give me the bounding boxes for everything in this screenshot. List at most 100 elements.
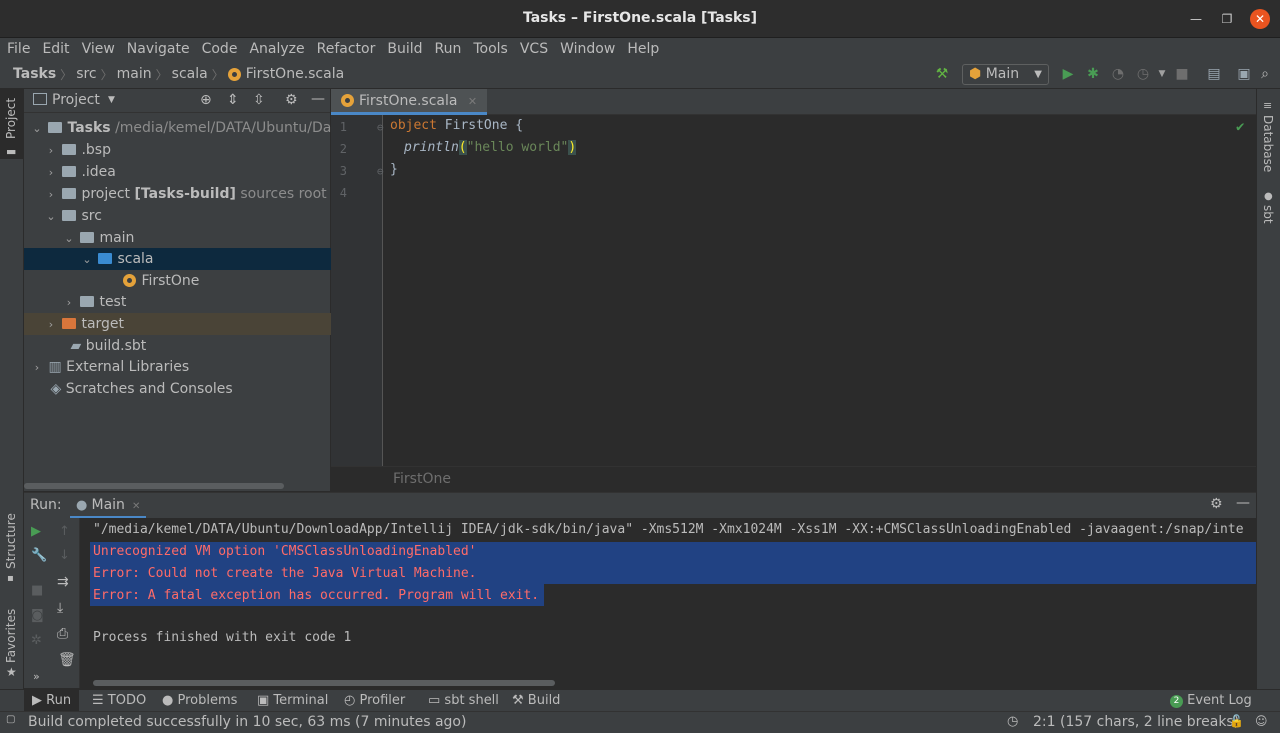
gear-icon[interactable]: ⚙ [1210, 496, 1223, 512]
lock-icon[interactable]: 🔓 [1229, 714, 1244, 728]
tree-item-main[interactable]: ⌄ main [24, 227, 331, 249]
chevron-down-icon[interactable]: ⌄ [80, 249, 94, 270]
tree-item-firstone[interactable]: FirstOne [24, 270, 331, 292]
tree-item-bsp[interactable]: › .bsp [24, 139, 331, 161]
tool-profiler[interactable]: ◴ Profiler [344, 690, 405, 712]
project-structure-icon[interactable]: ▤ [1206, 66, 1222, 82]
horizontal-scrollbar[interactable] [24, 483, 284, 489]
rerun-icon[interactable]: ▶ [31, 524, 41, 539]
menu-edit[interactable]: Edit [36, 38, 75, 60]
chevron-down-icon[interactable]: ▼ [1154, 66, 1170, 82]
tool-run[interactable]: ▶ Run [24, 690, 80, 712]
chevron-right-icon[interactable]: › [44, 162, 58, 183]
run-icon[interactable]: ▶ [1060, 66, 1076, 82]
menu-view[interactable]: View [76, 38, 121, 60]
crumb-scala[interactable]: scala [172, 60, 208, 89]
tree-item-idea[interactable]: › .idea [24, 161, 331, 183]
favorites-tool-tab[interactable]: Favorites ★ [0, 603, 24, 683]
status-message[interactable]: Build completed successfully in 10 sec, … [28, 714, 466, 730]
crumb-main[interactable]: main [117, 60, 152, 89]
menu-analyze[interactable]: Analyze [243, 38, 310, 60]
tree-item-target[interactable]: › target [24, 313, 331, 335]
stop-icon[interactable]: ■ [1174, 66, 1190, 82]
menu-run[interactable]: Run [429, 38, 468, 60]
run-console[interactable]: "/media/kemel/DATA/Ubuntu/DownloadApp/In… [80, 518, 1256, 688]
caret-position[interactable]: 2:1 (157 chars, 2 line breaks) [1033, 714, 1239, 730]
database-tool-tab[interactable]: Database [1261, 115, 1279, 175]
more-icon[interactable]: » [33, 670, 40, 683]
run-configuration-select[interactable]: ⬢ Main ▼ [962, 64, 1049, 85]
expand-all-icon[interactable]: ⇕ [227, 92, 239, 108]
tree-item-scratches[interactable]: ◈ Scratches and Consoles [24, 378, 331, 400]
arrow-down-icon[interactable]: ↓ [59, 548, 70, 563]
arrow-up-icon[interactable]: ↑ [59, 524, 70, 539]
tool-sbt-shell[interactable]: ▭ sbt shell [428, 690, 499, 712]
close-window-icon[interactable]: ✕ [1250, 9, 1270, 29]
menu-tools[interactable]: Tools [467, 38, 514, 60]
terminal-window-icon[interactable]: ▣ [1236, 66, 1252, 82]
menu-refactor[interactable]: Refactor [311, 38, 382, 60]
debug-icon[interactable]: ✱ [1085, 66, 1101, 82]
menu-help[interactable]: Help [621, 38, 665, 60]
collapse-all-icon[interactable]: ⇳ [253, 92, 265, 108]
code-editor[interactable]: object FirstOne { println("hello world")… [384, 115, 1256, 466]
chevron-right-icon[interactable]: › [30, 357, 44, 378]
tree-item-external-libraries[interactable]: › ▥ External Libraries [24, 356, 331, 378]
chevron-right-icon[interactable]: › [44, 314, 58, 335]
crumb-src[interactable]: src [76, 60, 96, 89]
profile-icon[interactable]: ◷ [1135, 66, 1151, 82]
crumb-file[interactable]: FirstOne.scala [246, 60, 344, 89]
wrench-icon[interactable]: 🔧 [31, 548, 47, 563]
menu-code[interactable]: Code [196, 38, 244, 60]
tree-item-scala[interactable]: ⌄ scala [24, 248, 331, 270]
tree-item-tasks[interactable]: ⌄ Tasks /media/kemel/DATA/Ubuntu/Da [24, 117, 331, 139]
chevron-down-icon[interactable]: ⌄ [62, 228, 76, 249]
hide-panel-icon[interactable]: — [311, 91, 325, 107]
crumb-project[interactable]: Tasks [13, 60, 56, 89]
hide-panel-icon[interactable]: — [1236, 495, 1250, 511]
maximize-icon[interactable]: ❐ [1217, 9, 1237, 29]
tool-build[interactable]: ⚒ Build [512, 690, 560, 712]
print-icon[interactable]: ⎙ [57, 626, 68, 642]
minimize-icon[interactable]: — [1186, 9, 1206, 29]
tab-firstone-scala[interactable]: FirstOne.scala ✕ [331, 89, 488, 115]
project-tool-tab[interactable]: Project ▬ [0, 89, 24, 159]
chevron-right-icon[interactable]: › [62, 292, 76, 313]
structure-tool-tab[interactable]: Structure ▪ [0, 511, 24, 591]
build-hammer-icon[interactable]: ⚒ [934, 66, 950, 82]
gear-icon[interactable]: ⚙ [285, 92, 298, 108]
tree-item-src[interactable]: ⌄ src [24, 205, 331, 227]
inspection-icon[interactable]: ☺ [1255, 714, 1268, 728]
tool-problems[interactable]: ● Problems [162, 690, 237, 712]
locate-icon[interactable]: ⊕ [200, 92, 212, 108]
chevron-right-icon[interactable]: › [44, 140, 58, 161]
menu-window[interactable]: Window [554, 38, 621, 60]
trash-icon[interactable]: 🗑 [58, 652, 76, 668]
chevron-right-icon[interactable]: › [44, 184, 58, 205]
tree-item-test[interactable]: › test [24, 291, 331, 313]
search-icon[interactable]: ⌕ [1257, 66, 1273, 82]
fold-icon[interactable]: ⊖ [377, 165, 384, 178]
scroll-to-end-icon[interactable]: ⤓ [57, 600, 63, 616]
close-tab-icon[interactable]: ✕ [132, 501, 140, 512]
close-tab-icon[interactable]: ✕ [468, 95, 477, 108]
camera-icon[interactable]: ◙ [31, 608, 44, 623]
menu-vcs[interactable]: VCS [514, 38, 554, 60]
menu-build[interactable]: Build [381, 38, 428, 60]
coverage-icon[interactable]: ◔ [1110, 66, 1126, 82]
tool-terminal[interactable]: ▣ Terminal [257, 690, 328, 712]
menu-navigate[interactable]: Navigate [121, 38, 196, 60]
panel-toggle-icon[interactable]: ▢ [6, 714, 15, 725]
chevron-down-icon[interactable]: ⌄ [44, 206, 58, 227]
tool-event-log[interactable]: 2 Event Log [1170, 690, 1252, 712]
tool-todo[interactable]: ☰ TODO [92, 690, 146, 712]
soft-wrap-icon[interactable]: ⇉ [57, 574, 69, 590]
chevron-down-icon[interactable]: ⌄ [30, 118, 44, 139]
tree-item-project[interactable]: › project [Tasks-build] sources root [24, 183, 331, 205]
breadcrumb-item[interactable]: FirstOne [393, 471, 451, 487]
horizontal-scrollbar[interactable] [93, 680, 555, 686]
stop-icon[interactable]: ■ [31, 583, 43, 598]
tree-item-build-sbt[interactable]: ▰ build.sbt [24, 335, 331, 357]
settings-icon[interactable]: ✲ [31, 633, 42, 648]
chevron-down-icon[interactable]: ▼ [108, 95, 115, 105]
